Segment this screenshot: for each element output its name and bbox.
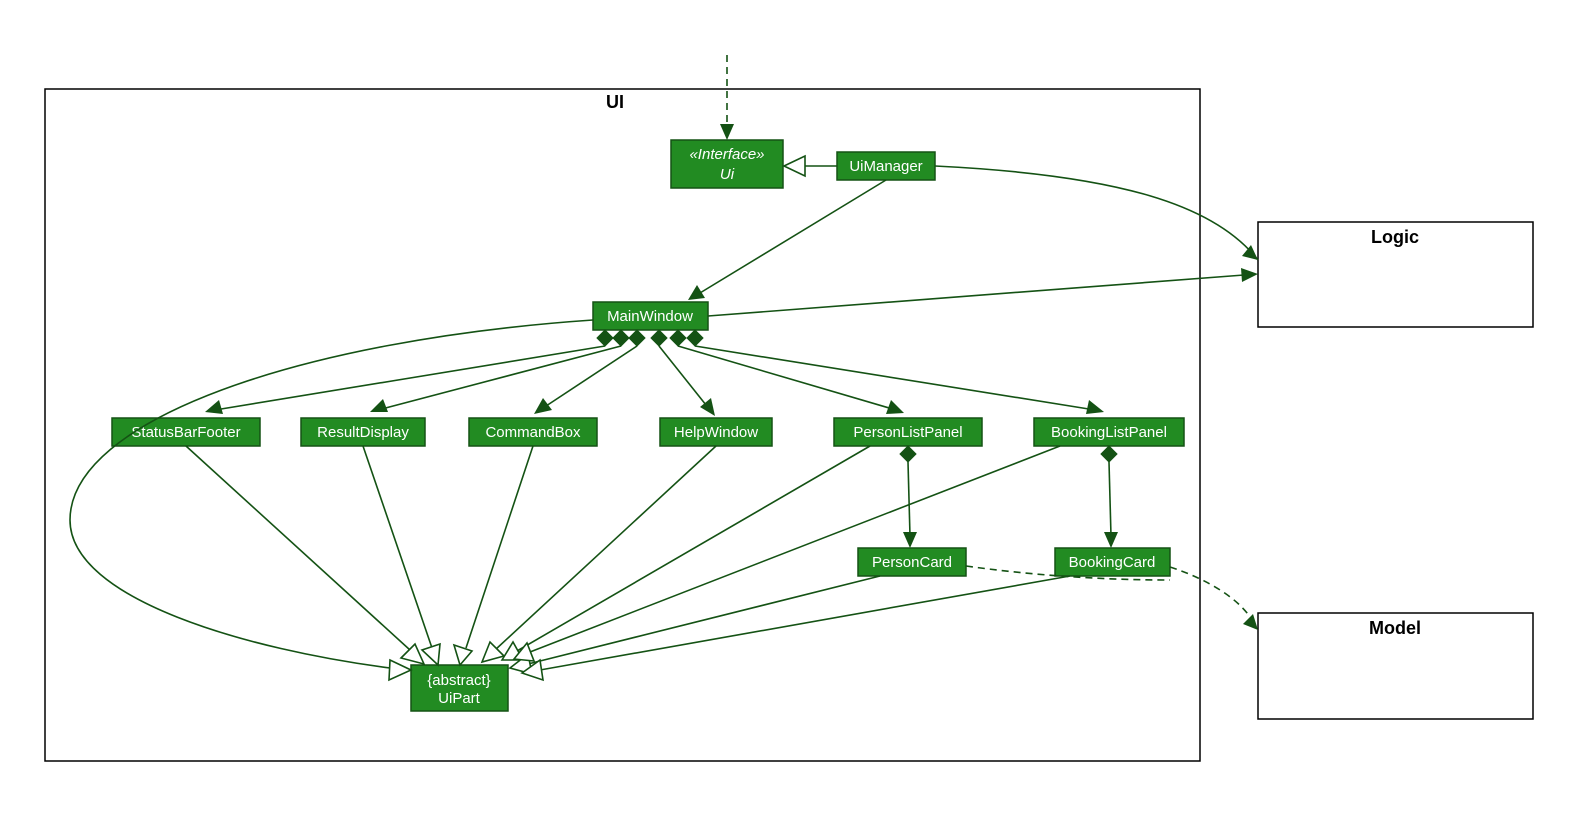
arrowhead-mw-rd [370,399,388,412]
node-bookingcard: BookingCard [1055,548,1170,576]
arrowhead-to-model [1243,614,1258,630]
arrowhead-realization [784,156,805,176]
package-model-label: Model [1369,618,1421,638]
edge-bookingcard-to-model [1170,567,1252,620]
node-helpwindow: HelpWindow [660,418,772,446]
edge-bc-uipart [540,576,1070,670]
diamond-mw-sbf [597,330,613,346]
diamond-plp-pc [900,446,916,462]
edge-sbf-uipart [186,446,410,650]
node-mainwindow: MainWindow [593,302,708,330]
svg-text:ResultDisplay: ResultDisplay [317,424,409,441]
package-ui-label: UI [606,92,624,112]
package-logic-label: Logic [1371,227,1419,247]
arrowhead-mw-blp [1086,400,1104,414]
edge-blp-bc [1109,462,1111,536]
node-resultdisplay: ResultDisplay [301,418,425,446]
edge-mw-cb [540,346,637,410]
arrowhead-mainwindow-logic [1241,268,1258,282]
diamond-mw-plp [670,330,686,346]
edge-mw-blp [695,346,1095,410]
svg-text:MainWindow: MainWindow [607,308,693,325]
svg-text:UiManager: UiManager [849,158,922,175]
diamond-mw-blp [687,330,703,346]
node-uimanager: UiManager [837,152,935,180]
arrowhead-plp-pc [903,532,917,548]
svg-text:PersonCard: PersonCard [872,554,952,571]
arrowhead-cb-uipart [454,645,472,665]
diamond-mw-rd [613,330,629,346]
edge-uimanager-to-mainwindow [695,180,886,296]
node-interface-ui: «Interface» Ui [671,140,783,188]
svg-text:«Interface»: «Interface» [689,146,764,163]
edge-uimanager-to-logic [935,166,1258,260]
edge-blp-uipart [530,446,1060,652]
edge-mw-hw [659,346,710,410]
svg-text:PersonListPanel: PersonListPanel [853,424,962,441]
svg-text:{abstract}: {abstract} [427,672,490,689]
svg-text:HelpWindow: HelpWindow [674,424,758,441]
node-personcard: PersonCard [858,548,966,576]
arrowhead-rd-uipart [422,644,440,665]
node-personlistpanel: PersonListPanel [834,418,982,446]
arrowhead-mw-plp [886,400,904,414]
svg-text:UiPart: UiPart [438,690,481,707]
svg-text:BookingListPanel: BookingListPanel [1051,424,1167,441]
node-bookinglistpanel: BookingListPanel [1034,418,1184,446]
diamond-blp-bc [1101,446,1117,462]
node-commandbox: CommandBox [469,418,597,446]
arrowhead-mw-uipart [389,660,411,680]
diamond-mw-cb [629,330,645,346]
svg-text:StatusBarFooter: StatusBarFooter [131,424,240,441]
arrowhead-sbf-uipart [401,644,424,664]
svg-text:BookingCard: BookingCard [1069,554,1156,571]
edge-plp-pc [908,462,910,536]
node-uipart: {abstract} UiPart [411,665,508,711]
diamond-mw-hw [651,330,667,346]
arrowhead-mw-cb [534,398,552,414]
edge-mw-sbf [215,346,605,410]
edge-mw-extends-uipart [70,320,593,668]
arrowhead-uimanager-mainwindow [688,285,705,300]
arrowhead-external-to-ui [720,124,734,140]
edge-mainwindow-to-logic [708,275,1244,316]
edge-pc-uipart [528,576,880,664]
uml-class-diagram: UI Logic Model «Interface» Ui UiManager … [0,0,1582,822]
svg-text:Ui: Ui [720,166,735,183]
arrowhead-uimanager-logic [1242,245,1258,260]
svg-text:CommandBox: CommandBox [485,424,581,441]
arrowhead-blp-bc [1104,532,1118,548]
edge-cb-uipart [466,446,533,648]
edge-hw-uipart [495,446,716,650]
arrowhead-mw-sbf [205,400,223,414]
